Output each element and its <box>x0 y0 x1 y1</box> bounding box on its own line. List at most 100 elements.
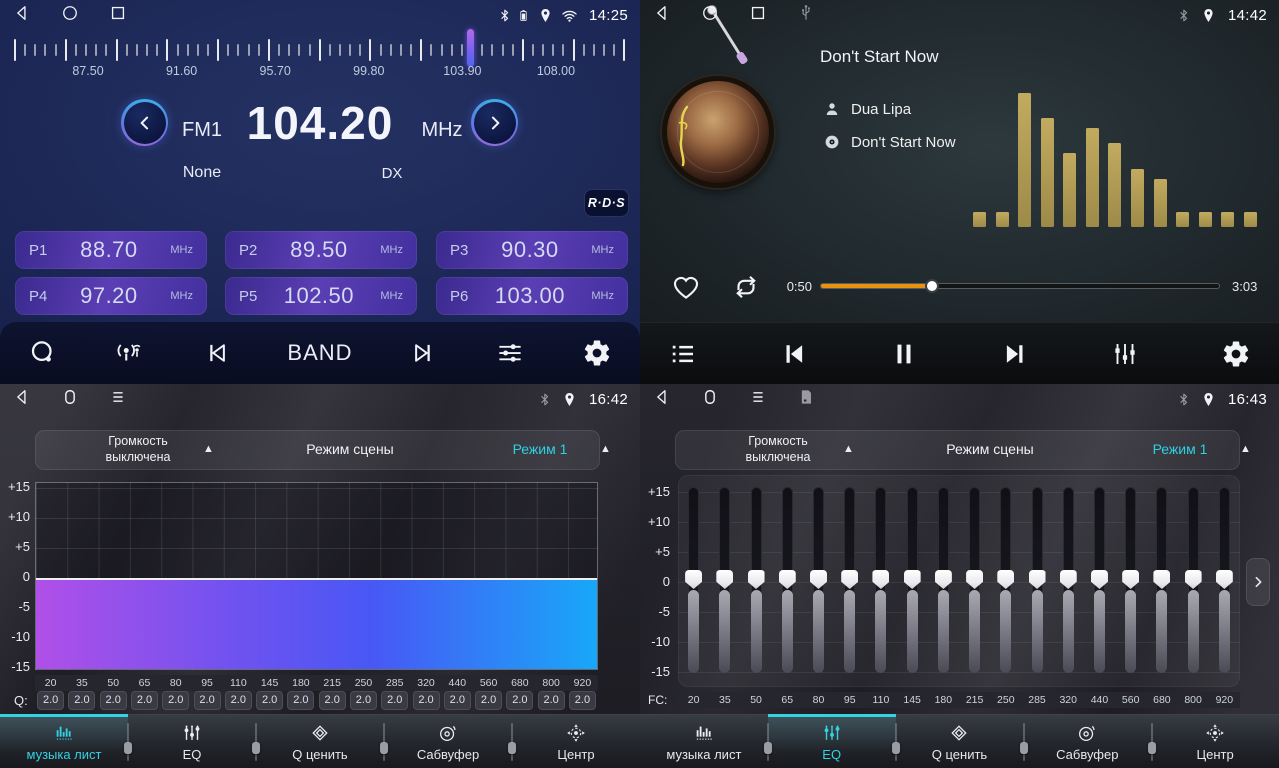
eq-band-slider[interactable] <box>1188 487 1199 673</box>
tab-q-value[interactable]: Q ценить <box>256 715 384 768</box>
slider-knob[interactable] <box>841 570 858 589</box>
band-button[interactable]: BAND <box>287 340 352 366</box>
q-value-button[interactable]: 2.0 <box>287 691 314 710</box>
eq-band-slider[interactable] <box>844 487 855 673</box>
q-value-button[interactable]: 2.0 <box>256 691 283 710</box>
q-value-button[interactable]: 2.0 <box>413 691 440 710</box>
q-value-button[interactable]: 2.0 <box>194 691 221 710</box>
q-value-button[interactable]: 2.0 <box>538 691 565 710</box>
tuning-ruler[interactable] <box>14 36 626 64</box>
eq-band-slider[interactable] <box>751 487 762 673</box>
home-rounded-nav-button[interactable] <box>60 387 80 412</box>
caret-up-icon[interactable]: ▲ <box>600 443 611 455</box>
skip-next-outline-button[interactable] <box>406 336 440 370</box>
preset-button-p5[interactable]: P5102.50MHz <box>225 277 417 315</box>
eq-band-slider[interactable] <box>938 487 949 673</box>
tune-down-button[interactable] <box>121 99 168 146</box>
preset-button-p1[interactable]: P188.70MHz <box>15 231 207 269</box>
back-nav-button[interactable] <box>12 387 32 412</box>
q-value-button[interactable]: 2.0 <box>350 691 377 710</box>
volume-status-selector[interactable]: Громкость выключена <box>717 434 839 465</box>
q-value-button[interactable]: 2.0 <box>569 691 596 710</box>
eq-curve-plot[interactable] <box>35 482 598 670</box>
preset-button-p3[interactable]: P390.30MHz <box>436 231 628 269</box>
eq-band-slider[interactable] <box>1156 487 1167 673</box>
scene-mode-value[interactable]: Режим 1 <box>485 441 595 457</box>
usb-nav-button[interactable] <box>796 3 816 28</box>
eq-band-slider[interactable] <box>1032 487 1043 673</box>
slider-knob[interactable] <box>1029 570 1046 589</box>
caret-up-icon[interactable]: ▲ <box>1240 443 1251 455</box>
skip-previous-outline-button[interactable] <box>200 336 234 370</box>
settings-gear-button[interactable] <box>1219 337 1253 371</box>
favorite-heart-icon[interactable] <box>671 272 701 302</box>
slider-knob[interactable] <box>966 570 983 589</box>
preset-button-p6[interactable]: P6103.00MHz <box>436 277 628 315</box>
settings-gear-button[interactable] <box>580 336 614 370</box>
q-value-button[interactable]: 2.0 <box>68 691 95 710</box>
next-bands-button[interactable] <box>1246 558 1270 606</box>
tab-music-list[interactable]: музыка лист <box>0 715 128 768</box>
menu-nav-button[interactable] <box>108 387 128 412</box>
slider-knob[interactable] <box>1216 570 1233 589</box>
eq-band-slider[interactable] <box>719 487 730 673</box>
recents-square-nav-button[interactable] <box>108 3 128 28</box>
q-value-button[interactable]: 2.0 <box>444 691 471 710</box>
eq-band-slider[interactable] <box>907 487 918 673</box>
equalizer-lines-button[interactable] <box>493 336 527 370</box>
slider-knob[interactable] <box>1185 570 1202 589</box>
eq-band-slider[interactable] <box>875 487 886 673</box>
q-value-button[interactable]: 2.0 <box>37 691 64 710</box>
home-circle-nav-button[interactable] <box>60 3 80 28</box>
seek-bar-thumb[interactable] <box>925 279 939 293</box>
broadcast-button[interactable] <box>113 336 147 370</box>
slider-knob[interactable] <box>748 570 765 589</box>
back-nav-button[interactable] <box>652 3 672 28</box>
scene-mode-value[interactable]: Режим 1 <box>1125 441 1235 457</box>
back-nav-button[interactable] <box>12 3 32 28</box>
q-value-button[interactable]: 2.0 <box>225 691 252 710</box>
faders-vertical-button[interactable] <box>1108 337 1142 371</box>
skip-previous-filled-button[interactable] <box>777 337 811 371</box>
eq-band-slider[interactable] <box>1063 487 1074 673</box>
preset-button-p4[interactable]: P497.20MHz <box>15 277 207 315</box>
recents-square-nav-button[interactable] <box>748 3 768 28</box>
tab-eq-sliders[interactable]: EQ <box>128 715 256 768</box>
tab-center[interactable]: Центр <box>1151 715 1279 768</box>
slider-knob[interactable] <box>1060 570 1077 589</box>
slider-knob[interactable] <box>904 570 921 589</box>
slider-knob[interactable] <box>810 570 827 589</box>
tune-up-button[interactable] <box>471 99 518 146</box>
q-value-button[interactable]: 2.0 <box>131 691 158 710</box>
back-nav-button[interactable] <box>652 387 672 412</box>
caret-up-icon[interactable]: ▲ <box>203 443 214 455</box>
slider-knob[interactable] <box>716 570 733 589</box>
sd-card-nav-button[interactable] <box>796 387 816 412</box>
slider-knob[interactable] <box>1153 570 1170 589</box>
eq-band-slider[interactable] <box>969 487 980 673</box>
preset-button-p2[interactable]: P289.50MHz <box>225 231 417 269</box>
eq-band-slider[interactable] <box>782 487 793 673</box>
seek-bar[interactable] <box>820 283 1220 289</box>
tab-center[interactable]: Центр <box>512 715 640 768</box>
tab-eq-sliders[interactable]: EQ <box>768 715 896 768</box>
slider-knob[interactable] <box>685 570 702 589</box>
slider-knob[interactable] <box>872 570 889 589</box>
caret-up-icon[interactable]: ▲ <box>843 443 854 455</box>
eq-band-slider[interactable] <box>1000 487 1011 673</box>
slider-knob[interactable] <box>1091 570 1108 589</box>
eq-band-slider[interactable] <box>688 487 699 673</box>
tab-music-list[interactable]: музыка лист <box>640 715 768 768</box>
slider-knob[interactable] <box>779 570 796 589</box>
q-value-button[interactable]: 2.0 <box>381 691 408 710</box>
home-circle-nav-button[interactable] <box>700 3 720 28</box>
list-button[interactable] <box>666 337 700 371</box>
eq-band-slider[interactable] <box>1125 487 1136 673</box>
tab-subwoofer[interactable]: Сабвуфер <box>1023 715 1151 768</box>
eq-band-slider[interactable] <box>813 487 824 673</box>
repeat-icon[interactable] <box>731 272 761 302</box>
q-value-button[interactable]: 2.0 <box>319 691 346 710</box>
eq-band-slider[interactable] <box>1094 487 1105 673</box>
eq-band-slider[interactable] <box>1219 487 1230 673</box>
volume-status-selector[interactable]: Громкость выключена <box>77 434 199 465</box>
